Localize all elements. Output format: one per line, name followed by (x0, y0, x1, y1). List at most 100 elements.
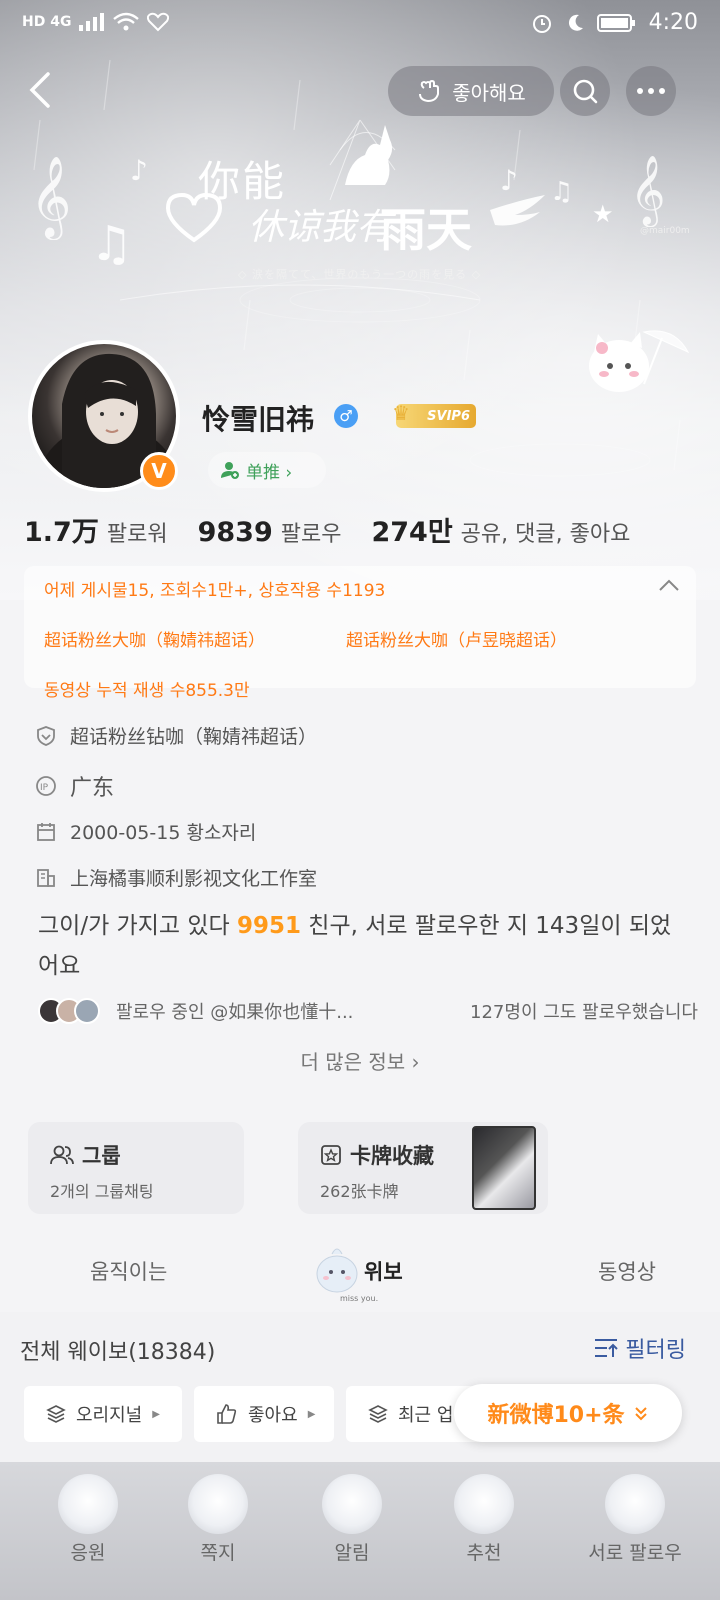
banner-text-3: 雨天 (380, 203, 472, 257)
birthday-line: 2000-05-15 황소자리 (34, 818, 256, 845)
friends-prefix: 그이/가 가지고 있다 (38, 913, 237, 939)
badge-text: 超话粉丝钻咖（鞠婧祎超话） (70, 726, 318, 748)
nav-mutual[interactable]: 서로 팔로우 (560, 1474, 710, 1565)
feed-title: 전체 웨이보(18384) (20, 1340, 216, 1365)
shield-icon (34, 724, 58, 748)
group-icon (50, 1145, 74, 1165)
chip-original-label: 오리지널 (76, 1405, 143, 1426)
fan-badge-2[interactable]: 超话粉丝大咖（卢昱晓超话） (346, 626, 567, 651)
card-star-icon (321, 1145, 341, 1165)
signal-icon (79, 13, 105, 31)
nav-cheer-label: 응원 (70, 1542, 106, 1564)
cards-title: 卡牌收藏 (320, 1140, 434, 1170)
back-button[interactable] (22, 68, 62, 112)
new-weibo-label: 新微博10+条 (487, 1403, 625, 1428)
nav-recommend[interactable]: 추천 (424, 1474, 544, 1565)
group-title: 그룹 (50, 1140, 121, 1170)
chip-recent-label: 최근 업 (398, 1405, 454, 1426)
avatar[interactable]: V (28, 340, 180, 492)
whale-mascot-icon (454, 1474, 514, 1534)
svg-text:♪: ♪ (130, 154, 148, 187)
nav-messages[interactable]: 쪽지 (158, 1474, 278, 1565)
svg-text:𝄞: 𝄞 (630, 155, 665, 227)
more-button[interactable] (626, 66, 676, 116)
double-chevron-down-icon (634, 1407, 647, 1421)
followers-label: 팔로워 (106, 522, 168, 547)
tab-video[interactable]: 동영상 (598, 1256, 656, 1286)
ip-icon: IP (34, 774, 58, 798)
followed-by-count: 127명이 그도 팔로우했습니다 (470, 1002, 698, 1023)
like-button[interactable]: 좋아해요 (388, 66, 554, 116)
nav-notifications[interactable]: 알림 (292, 1474, 412, 1565)
nav-notifications-label: 알림 (334, 1542, 370, 1564)
layers-icon (46, 1405, 66, 1423)
cards-subtitle: 262张卡牌 (320, 1182, 399, 1201)
ip-text: 广东 (70, 776, 115, 801)
vip-badge[interactable]: ♛ SVIP6 (392, 401, 476, 428)
verified-badge-icon: V (140, 452, 178, 490)
cloud-mascot-icon (58, 1474, 118, 1534)
heart-icon (147, 12, 170, 32)
group-subtitle: 2개의 그룹채팅 (50, 1182, 154, 1201)
username: 怜雪旧祎 (202, 403, 315, 436)
card-collection-tile[interactable]: 卡牌收藏 262张卡牌 (298, 1122, 548, 1214)
banner-subtitle: ◇ 涙を隔てて、世界のもう一つの雨を見る ◇ (238, 268, 482, 281)
fan-badge-1[interactable]: 超话粉丝大咖（鞠婧祎超话） (44, 626, 265, 651)
svg-text:♪: ♪ (500, 164, 518, 197)
svg-text:♫: ♫ (550, 177, 573, 207)
cards-title-text: 卡牌收藏 (350, 1144, 434, 1168)
following-count: 9839 (197, 517, 273, 548)
like-label: 좋아해요 (452, 80, 526, 105)
chip-liked[interactable]: 좋아요 ▶ (194, 1386, 334, 1442)
filter-icon (595, 1339, 618, 1357)
following-stat[interactable]: 9839 팔로우 (198, 516, 342, 548)
followers-count: 1.7万 (24, 517, 99, 548)
search-button[interactable] (560, 66, 610, 116)
nav-messages-label: 쪽지 (200, 1542, 236, 1564)
mascot-tab-icon (316, 1248, 358, 1293)
tab-weibo[interactable]: 위보 (364, 1256, 403, 1286)
caret-right-icon: ▶ (152, 1408, 160, 1420)
tuijian-label: 单推 › (246, 462, 293, 483)
mutual-friends-text: 그이/가 가지고 있다 9951 친구, 서로 팔로우한 지 143일이 되었어… (38, 906, 688, 986)
battery-icon (596, 13, 635, 32)
svg-text:𝄞: 𝄞 (30, 155, 71, 240)
nav-recommend-label: 추천 (466, 1542, 502, 1564)
activity-summary[interactable]: 어제 게시물15, 조회수1만+, 상호작용 수1193 (44, 576, 385, 601)
new-weibo-button[interactable]: 新微博10+条 (454, 1384, 682, 1442)
building-icon (34, 866, 58, 890)
tab-moving[interactable]: 움직이는 (90, 1256, 167, 1286)
chevron-up-icon[interactable] (658, 578, 680, 592)
friends-count: 9951 (236, 913, 301, 939)
group-tile[interactable]: 그룹 2개의 그룹채팅 (28, 1122, 244, 1214)
status-bar: HD 4G 4:20 (0, 0, 720, 48)
filter-button[interactable]: 필터링 (593, 1332, 686, 1364)
nav-mutual-label: 서로 팔로우 (588, 1542, 682, 1564)
nav-cheer[interactable]: 응원 (28, 1474, 148, 1565)
video-plays[interactable]: 동영상 누적 재생 수855.3만 (44, 676, 250, 701)
chip-original[interactable]: 오리지널 ▶ (24, 1386, 182, 1442)
svg-text:★: ★ (592, 200, 614, 228)
birthday-text: 2000-05-15 황소자리 (70, 822, 257, 844)
user-plus-icon (221, 462, 239, 479)
status-right: 4:20 (531, 10, 698, 35)
chip-liked-label: 좋아요 (248, 1405, 298, 1426)
ip-line: IP 广东 (34, 770, 114, 802)
following-label: 팔로우 (280, 522, 342, 547)
profile-stats: 1.7万 팔로워 9839 팔로우 274만 공유, 댓글, 좋아요 (24, 510, 660, 549)
status-left: HD 4G (22, 12, 170, 32)
more-info-link[interactable]: 더 많은 정보 › (0, 1046, 720, 1075)
bunny-mascot-icon (605, 1474, 665, 1534)
calendar-icon (34, 820, 58, 844)
followed-by-row[interactable]: 팔로우 중인 @如果你也懂十... 127명이 그도 팔로우했습니다 (38, 994, 698, 1028)
banner-watermark: @mair00m (640, 226, 690, 236)
interactions-stat[interactable]: 274만 공유, 댓글, 좋아요 (371, 510, 630, 549)
company-line: 上海橘事顺利影视文化工作室 (34, 864, 317, 891)
wifi-icon (113, 12, 140, 31)
tuijian-button[interactable]: 单推 › (208, 452, 326, 488)
avatar-small-3 (74, 998, 100, 1024)
search-icon (573, 79, 598, 104)
followers-stat[interactable]: 1.7万 팔로워 (24, 510, 168, 549)
vip-label: SVIP6 (427, 408, 470, 424)
svg-text:IP: IP (40, 783, 49, 793)
